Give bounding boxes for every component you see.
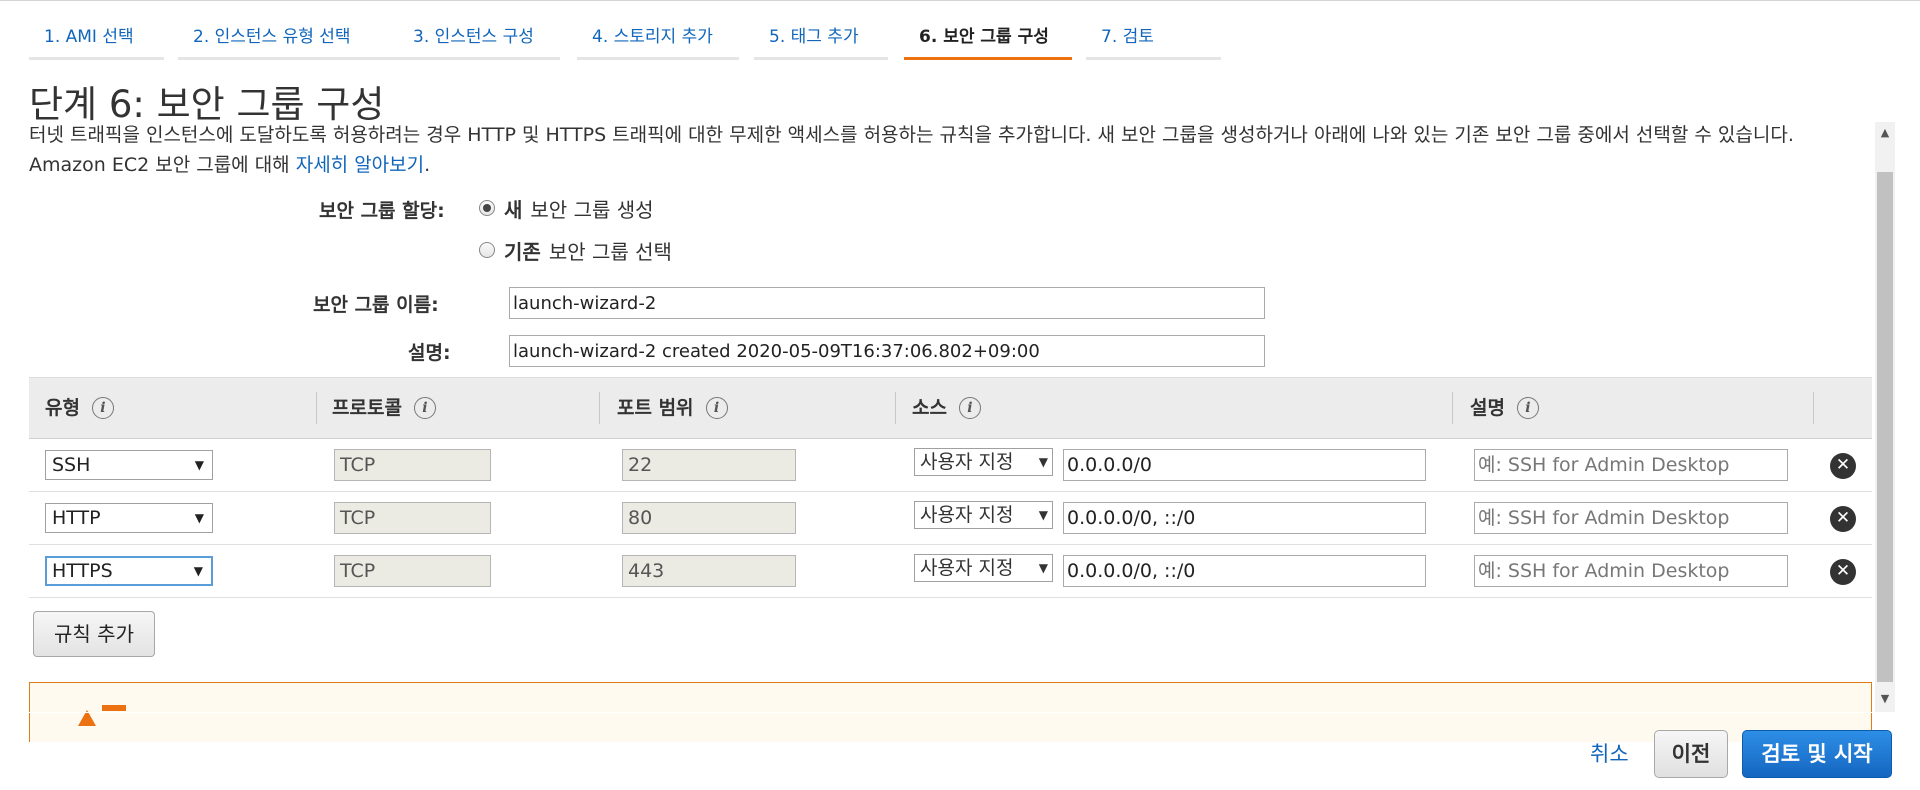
type-select[interactable]: HTTP ▼ bbox=[45, 503, 213, 533]
footer-divider bbox=[0, 712, 1920, 713]
cidr-input[interactable] bbox=[1063, 502, 1426, 534]
review-and-launch-button[interactable]: 검토 및 시작 bbox=[1742, 730, 1892, 778]
protocol-field: TCP bbox=[334, 555, 491, 587]
rules-table-header: 유형 i 프로토콜 i 포트 범위 i 소스 i 설명 i bbox=[29, 377, 1872, 439]
cancel-link[interactable]: 취소 bbox=[1590, 738, 1629, 768]
rule-description-input[interactable] bbox=[1474, 449, 1788, 481]
description-text: 터넷 트래픽을 인스턴스에 도달하도록 허용하려는 경우 HTTP 및 HTTP… bbox=[29, 124, 1794, 176]
caret-down-icon: ▼ bbox=[1035, 555, 1048, 581]
type-select-value: HTTP bbox=[52, 507, 101, 529]
source-select[interactable]: 사용자 지정 ▼ bbox=[914, 554, 1053, 582]
tab-ami[interactable]: 1. AMI 선택 bbox=[29, 20, 164, 60]
type-select[interactable]: SSH ▼ bbox=[45, 450, 213, 480]
tab-add-storage[interactable]: 4. 스토리지 추가 bbox=[577, 20, 739, 60]
caret-down-icon: ▼ bbox=[194, 458, 204, 472]
protocol-field: TCP bbox=[334, 502, 491, 534]
source-select-value: 사용자 지정 bbox=[920, 504, 1014, 526]
group-name-label: 보안 그룹 이름: bbox=[313, 294, 439, 316]
th-source-label: 소스 bbox=[912, 397, 947, 419]
caret-down-icon: ▼ bbox=[194, 511, 204, 525]
group-desc-label: 설명: bbox=[408, 342, 451, 364]
th-divider bbox=[316, 392, 317, 424]
th-divider bbox=[1813, 392, 1814, 424]
option-new-bold: 새 bbox=[504, 197, 523, 222]
row-divider bbox=[29, 544, 1872, 545]
close-circle-icon[interactable]: ✕ bbox=[1830, 506, 1856, 532]
source-select[interactable]: 사용자 지정 ▼ bbox=[914, 501, 1053, 529]
tab-configure-instance[interactable]: 3. 인스턴스 구성 bbox=[398, 20, 560, 60]
th-description: 설명 i bbox=[1470, 378, 1539, 438]
warning-title-fragment bbox=[102, 705, 126, 711]
tab-review[interactable]: 7. 검토 bbox=[1086, 20, 1221, 60]
th-source: 소스 i bbox=[912, 378, 981, 438]
option-existing-bold: 기존 bbox=[504, 239, 541, 264]
source-select-value: 사용자 지정 bbox=[920, 451, 1014, 473]
caret-down-icon: ▼ bbox=[1035, 502, 1048, 528]
cidr-input[interactable] bbox=[1063, 449, 1426, 481]
th-protocol: 프로토콜 i bbox=[332, 378, 436, 438]
type-select-value: HTTPS bbox=[52, 560, 113, 582]
cidr-input[interactable] bbox=[1063, 555, 1426, 587]
learn-more-link[interactable]: 자세히 알아보기 bbox=[296, 154, 424, 176]
th-divider bbox=[1452, 392, 1453, 424]
port-field: 22 bbox=[622, 449, 796, 481]
page-description: 터넷 트래픽을 인스턴스에 도달하도록 허용하려는 경우 HTTP 및 HTTP… bbox=[29, 120, 1869, 180]
add-rule-button[interactable]: 규칙 추가 bbox=[33, 611, 155, 657]
scroll-down-icon[interactable]: ▼ bbox=[1876, 692, 1894, 705]
close-circle-icon[interactable]: ✕ bbox=[1830, 559, 1856, 585]
rule-description-input[interactable] bbox=[1474, 555, 1788, 587]
type-select-value: SSH bbox=[52, 454, 91, 476]
source-select[interactable]: 사용자 지정 ▼ bbox=[914, 448, 1053, 476]
th-protocol-label: 프로토콜 bbox=[332, 397, 402, 419]
protocol-field: TCP bbox=[334, 449, 491, 481]
rule-description-input[interactable] bbox=[1474, 502, 1788, 534]
row-divider bbox=[29, 597, 1872, 598]
th-port-range: 포트 범위 i bbox=[617, 378, 728, 438]
row-divider bbox=[29, 491, 1872, 492]
scroll-up-icon[interactable]: ▲ bbox=[1876, 126, 1894, 139]
type-select[interactable]: HTTPS ▼ bbox=[45, 556, 213, 586]
tab-security-group[interactable]: 6. 보안 그룹 구성 bbox=[904, 20, 1072, 60]
info-icon[interactable]: i bbox=[91, 397, 114, 419]
source-select-value: 사용자 지정 bbox=[920, 557, 1014, 579]
previous-button[interactable]: 이전 bbox=[1654, 730, 1728, 778]
th-divider bbox=[599, 392, 600, 424]
info-icon[interactable]: i bbox=[705, 397, 728, 419]
top-border bbox=[0, 0, 1920, 1]
tab-add-tags[interactable]: 5. 태그 추가 bbox=[754, 20, 888, 60]
description-period: . bbox=[424, 154, 431, 176]
group-desc-input[interactable] bbox=[509, 335, 1265, 367]
tab-instance-type[interactable]: 2. 인스턴스 유형 선택 bbox=[178, 20, 400, 60]
radio-existing[interactable] bbox=[479, 242, 495, 258]
group-name-input[interactable] bbox=[509, 287, 1265, 319]
scrollbar-thumb[interactable] bbox=[1877, 172, 1893, 682]
info-icon[interactable]: i bbox=[958, 397, 981, 419]
info-icon[interactable]: i bbox=[413, 397, 436, 419]
port-field: 443 bbox=[622, 555, 796, 587]
th-type-label: 유형 bbox=[45, 397, 80, 419]
caret-down-icon: ▼ bbox=[193, 564, 203, 578]
caret-down-icon: ▼ bbox=[1035, 449, 1048, 475]
th-type: 유형 i bbox=[45, 378, 114, 438]
option-new-text: 보안 그룹 생성 bbox=[530, 197, 654, 222]
th-port-label: 포트 범위 bbox=[617, 397, 694, 419]
th-divider bbox=[895, 392, 896, 424]
option-new-group[interactable]: 새 보안 그룹 생성 bbox=[479, 194, 654, 222]
info-icon[interactable]: i bbox=[1516, 397, 1539, 419]
radio-new[interactable] bbox=[479, 200, 495, 216]
option-existing-text: 보안 그룹 선택 bbox=[548, 239, 672, 264]
port-field: 80 bbox=[622, 502, 796, 534]
close-circle-icon[interactable]: ✕ bbox=[1830, 453, 1856, 479]
assign-label: 보안 그룹 할당: bbox=[319, 200, 445, 222]
option-existing-group[interactable]: 기존 보안 그룹 선택 bbox=[479, 236, 672, 264]
th-description-label: 설명 bbox=[1470, 397, 1505, 419]
